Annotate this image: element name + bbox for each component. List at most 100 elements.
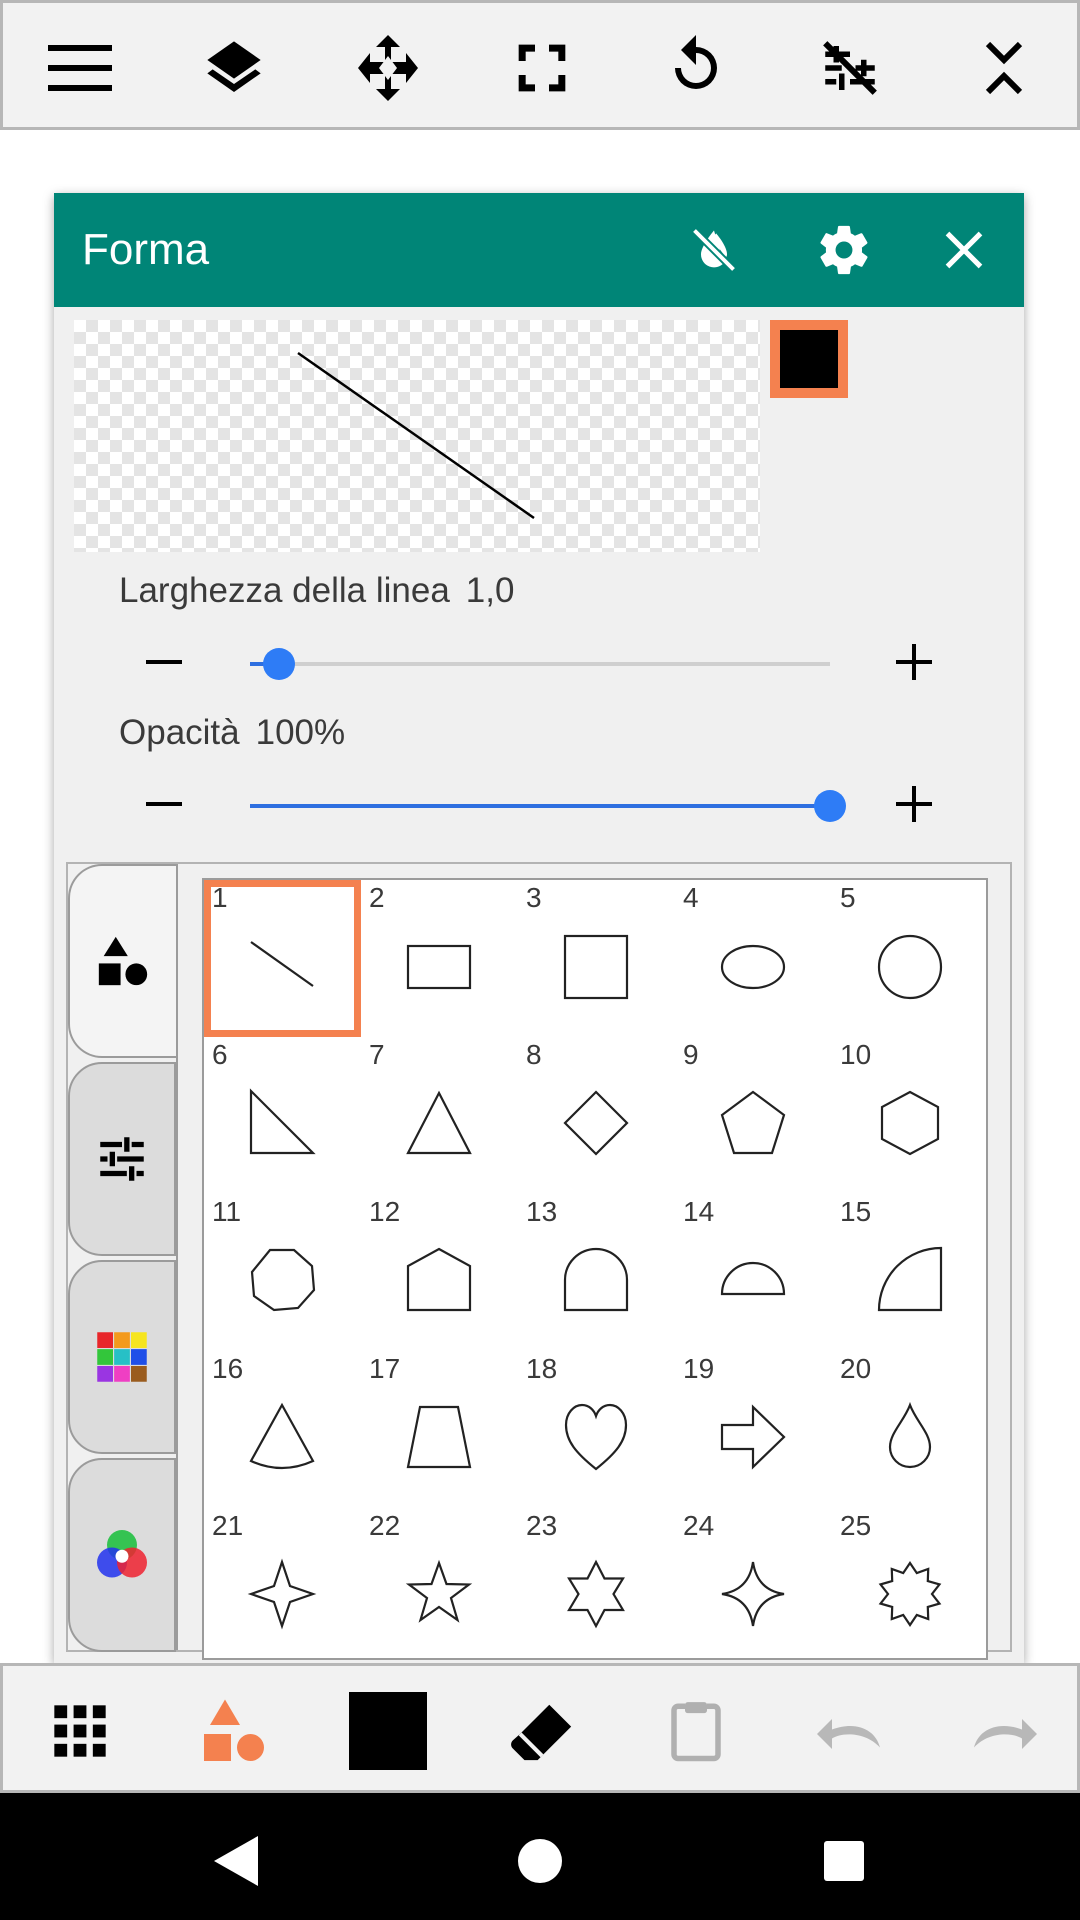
tab-color-wheel[interactable] <box>68 1458 176 1652</box>
line-width-value: 1,0 <box>465 571 515 610</box>
shape-cell-4[interactable]: 4 <box>675 880 832 1037</box>
preview-line <box>297 351 535 520</box>
line-width-increase-button[interactable] <box>884 632 944 692</box>
octagon-shape-icon <box>250 1248 316 1312</box>
tab-palette[interactable] <box>68 1260 176 1454</box>
settings-icon[interactable] <box>809 215 879 285</box>
quarter-circle-shape-icon <box>877 1246 943 1312</box>
line-width-slider-thumb[interactable] <box>263 648 295 680</box>
triangle-shape-icon <box>406 1090 472 1155</box>
shapes-icon <box>98 936 148 986</box>
undo-icon[interactable] <box>800 1686 900 1776</box>
line-width-slider[interactable] <box>250 648 830 680</box>
shape-cell-15[interactable]: 15 <box>832 1194 989 1351</box>
tab-shapes[interactable] <box>68 864 176 1058</box>
line-width-label-text: Larghezza della linea <box>119 571 450 610</box>
menu-icon[interactable] <box>30 23 130 113</box>
shape-cell-2[interactable]: 2 <box>361 880 518 1037</box>
shape-cell-19[interactable]: 19 <box>675 1351 832 1508</box>
opacity-slider-thumb[interactable] <box>814 790 846 822</box>
five-point-star-shape-icon <box>405 1559 473 1623</box>
eraser-icon[interactable] <box>492 1686 592 1776</box>
arch-shape-icon <box>563 1247 629 1312</box>
shape-cell-5[interactable]: 5 <box>832 880 989 1037</box>
close-icon[interactable] <box>929 215 999 285</box>
burst-star-shape-icon <box>878 1561 942 1627</box>
opacity-off-icon[interactable] <box>679 215 749 285</box>
shape-number: 25 <box>840 1510 872 1541</box>
cone-shape-icon <box>249 1402 315 1470</box>
shape-cell-11[interactable]: 11 <box>204 1194 361 1351</box>
diamond-shape-icon <box>563 1090 629 1156</box>
four-point-star-shape-icon <box>247 1558 317 1630</box>
current-color-swatch <box>349 1692 427 1770</box>
shapes-tool-icon[interactable] <box>184 1686 284 1776</box>
shape-cell-6[interactable]: 6 <box>204 1037 361 1194</box>
stroke-color-swatch[interactable] <box>770 320 848 398</box>
shape-number: 5 <box>840 882 856 913</box>
shape-cell-24[interactable]: 24 <box>675 1508 832 1665</box>
opacity-slider[interactable] <box>250 790 846 822</box>
shape-cell-16[interactable]: 16 <box>204 1351 361 1508</box>
shape-cell-21[interactable]: 21 <box>204 1508 361 1665</box>
fullscreen-icon[interactable] <box>492 23 592 113</box>
line-width-decrease-button[interactable] <box>134 632 194 692</box>
apps-grid-icon[interactable] <box>30 1686 130 1776</box>
grid-off-icon[interactable] <box>800 23 900 113</box>
color-icon[interactable] <box>338 1686 438 1776</box>
home-icon[interactable] <box>500 1821 580 1901</box>
rectangle-shape-icon <box>406 944 472 990</box>
shape-cell-12[interactable]: 12 <box>361 1194 518 1351</box>
shape-cell-8[interactable]: 8 <box>518 1037 675 1194</box>
shape-number: 16 <box>212 1353 244 1384</box>
shape-number: 23 <box>526 1510 558 1541</box>
back-icon[interactable] <box>196 1821 276 1901</box>
shape-cell-10[interactable]: 10 <box>832 1037 989 1194</box>
shape-cell-18[interactable]: 18 <box>518 1351 675 1508</box>
line-shape-icon <box>250 941 314 987</box>
opacity-increase-button[interactable] <box>884 774 944 834</box>
shape-cell-17[interactable]: 17 <box>361 1351 518 1508</box>
opacity-value: 100% <box>255 713 346 752</box>
shape-cell-1[interactable]: 1 <box>204 880 361 1037</box>
shape-number: 7 <box>369 1039 385 1070</box>
system-nav-bar <box>0 1793 1080 1920</box>
stroke-color-fill <box>780 330 838 388</box>
shape-cell-13[interactable]: 13 <box>518 1194 675 1351</box>
shape-cell-23[interactable]: 23 <box>518 1508 675 1665</box>
move-icon[interactable] <box>338 23 438 113</box>
bottom-toolbar <box>0 1663 1080 1793</box>
layers-icon[interactable] <box>184 23 284 113</box>
palette-icon <box>97 1332 147 1382</box>
shape-cell-7[interactable]: 7 <box>361 1037 518 1194</box>
adjust-icon <box>100 1137 144 1181</box>
shape-cell-20[interactable]: 20 <box>832 1351 989 1508</box>
shape-cell-25[interactable]: 25 <box>832 1508 989 1665</box>
shape-number: 20 <box>840 1353 872 1384</box>
shape-cell-14[interactable]: 14 <box>675 1194 832 1351</box>
tab-adjust[interactable] <box>68 1062 176 1256</box>
shape-cell-3[interactable]: 3 <box>518 880 675 1037</box>
house-pentagon-shape-icon <box>406 1247 472 1312</box>
top-toolbar <box>0 0 1080 130</box>
redo-icon[interactable] <box>954 1686 1054 1776</box>
shape-cell-9[interactable]: 9 <box>675 1037 832 1194</box>
rotate-icon[interactable] <box>646 23 746 113</box>
shape-number: 14 <box>683 1196 715 1227</box>
shape-cell-22[interactable]: 22 <box>361 1508 518 1665</box>
panel-divider <box>176 864 178 1650</box>
shape-number: 9 <box>683 1039 699 1070</box>
collapse-icon[interactable] <box>954 23 1054 113</box>
clipboard-icon[interactable] <box>646 1686 746 1776</box>
shape-number: 24 <box>683 1510 715 1541</box>
dialog-header: Forma <box>54 193 1024 307</box>
shape-number: 22 <box>369 1510 401 1541</box>
opacity-decrease-button[interactable] <box>134 774 194 834</box>
shape-number: 17 <box>369 1353 401 1384</box>
shape-number: 12 <box>369 1196 401 1227</box>
right-triangle-shape-icon <box>249 1088 316 1155</box>
heart-shape-icon <box>564 1403 628 1471</box>
recents-icon[interactable] <box>804 1821 884 1901</box>
opacity-label: Opacità 100% <box>119 713 361 753</box>
hexagon-shape-icon <box>880 1090 940 1156</box>
